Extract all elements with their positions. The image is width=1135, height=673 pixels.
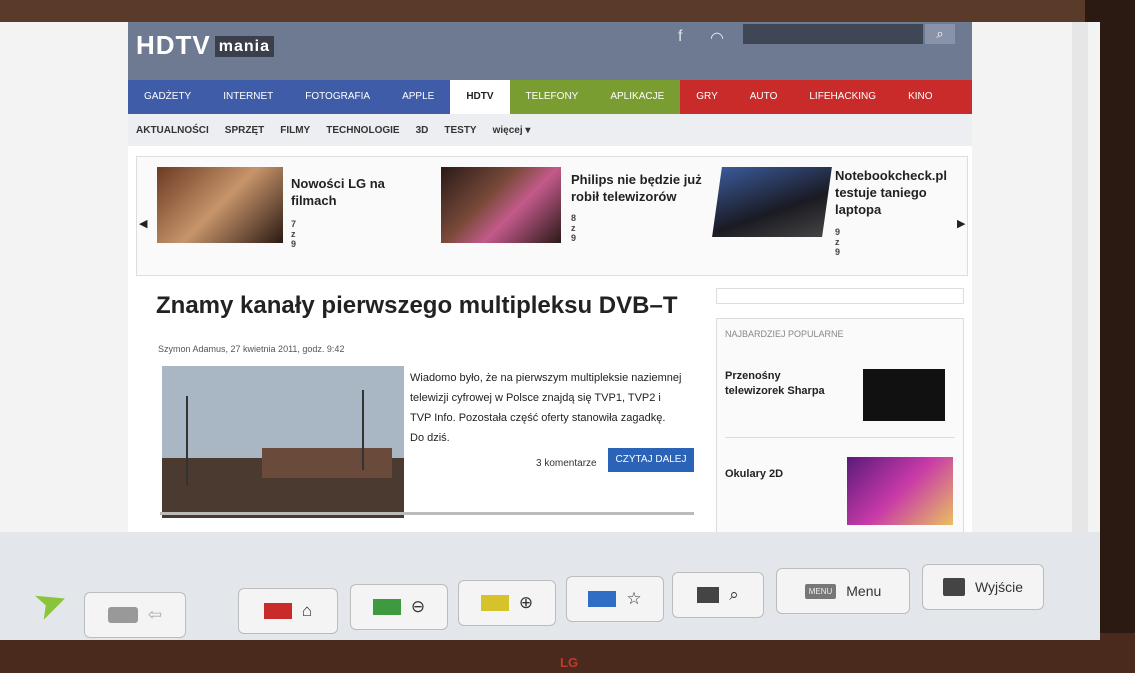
- slider-prev-icon[interactable]: ◀: [139, 217, 147, 230]
- article-image[interactable]: [162, 366, 404, 518]
- subnav-item-more[interactable]: więcej ▾: [485, 125, 539, 136]
- popular-thumbnail[interactable]: [847, 457, 953, 525]
- arrow-left-icon: ⇦: [147, 605, 163, 624]
- slider-next-icon[interactable]: ▶: [957, 217, 965, 230]
- site-logo[interactable]: HDTV mania: [136, 30, 275, 61]
- red-swatch: [263, 603, 292, 619]
- popular-heading: NAJBARDZIEJ POPULARNE: [725, 329, 844, 339]
- excerpt-line: telewizji cyfrowej w Polsce znajdą się T…: [410, 392, 661, 404]
- slide-title-line: robił telewizorów: [571, 189, 677, 204]
- blue-favorite-button[interactable]: ☆: [566, 576, 664, 622]
- excerpt-line: Wiadomo było, że na pierwszym multipleks…: [410, 372, 682, 384]
- sub-nav: AKTUALNOŚCI SPRZĘT FILMY TECHNOLOGIE 3D …: [128, 114, 972, 146]
- popular-box: NAJBARDZIEJ POPULARNE Przenośny telewizo…: [716, 318, 964, 540]
- logo-sub: mania: [214, 36, 275, 58]
- star-add-icon: ☆: [626, 589, 642, 608]
- slide-title-line: Notebookcheck.pl: [835, 168, 947, 183]
- exit-icon: [942, 578, 965, 596]
- green-swatch: [372, 599, 401, 615]
- red-home-button[interactable]: ⌂: [238, 588, 338, 634]
- slide-thumbnail: [712, 167, 832, 237]
- nav-item-gry[interactable]: GRY: [680, 80, 734, 114]
- popular-thumbnail[interactable]: [863, 369, 945, 421]
- nav-item-lifehacking[interactable]: LIFEHACKING: [793, 80, 893, 114]
- slide-title-line: Philips nie będzie już: [571, 172, 702, 187]
- nav-item-kino[interactable]: KINO: [892, 80, 972, 114]
- scrollbar[interactable]: [1072, 22, 1088, 532]
- slide-counter: 7 z 9: [291, 219, 297, 249]
- menu-chip-icon: MENU: [804, 583, 837, 599]
- article-excerpt: Wiadomo było, że na pierwszym multipleks…: [410, 368, 700, 448]
- logo-main: HDTV: [136, 30, 211, 60]
- nav-item-apple[interactable]: APPLE: [386, 80, 451, 114]
- comments-link[interactable]: 3 komentarze: [536, 458, 597, 469]
- popular-item[interactable]: Okulary 2D: [725, 467, 783, 482]
- slide-title-line: Nowości LG na: [291, 176, 385, 191]
- nav-item-fotografia[interactable]: FOTOGRAFIA: [289, 80, 387, 114]
- zoom-in-icon: ⊕: [518, 593, 534, 612]
- slide-thumbnail: [441, 167, 561, 243]
- subnav-item-sprzet[interactable]: SPRZĘT: [217, 125, 272, 136]
- blue-swatch: [588, 591, 617, 607]
- slide-thumbnail: [157, 167, 283, 243]
- search-button[interactable]: ⌕: [672, 572, 764, 618]
- green-zoom-out-button[interactable]: ⊖: [350, 584, 448, 630]
- stop-chip-icon: [697, 587, 720, 603]
- back-button[interactable]: ⇦: [84, 592, 186, 638]
- nav-item-aplikacje[interactable]: APLIKACJE: [594, 80, 681, 114]
- subnav-item-testy[interactable]: TESTY: [436, 125, 484, 136]
- slide-title-line: filmach: [291, 193, 337, 208]
- nav-item-auto[interactable]: AUTO: [733, 80, 794, 114]
- menu-label: Menu: [846, 583, 882, 599]
- search-icon: ⌕: [729, 585, 739, 604]
- tv-bezel-top: [0, 0, 1135, 22]
- yellow-zoom-in-button[interactable]: ⊕: [458, 580, 556, 626]
- subnav-item-3d[interactable]: 3D: [408, 125, 437, 136]
- zoom-out-icon: ⊖: [410, 597, 426, 616]
- nav-item-hdtv[interactable]: HDTV: [450, 80, 510, 114]
- site-header: HDTV mania f ◠ ⌕: [128, 22, 972, 80]
- nav-item-telefony[interactable]: TELEFONY: [509, 80, 595, 114]
- read-more-button[interactable]: CZYTAJ DALEJ: [608, 448, 694, 472]
- rss-icon[interactable]: ◠: [710, 28, 724, 48]
- slide-counter: 8 z 9: [571, 213, 577, 243]
- main-nav: GADŻETY INTERNET FOTOGRAFIA APPLE HDTV T…: [128, 80, 972, 114]
- excerpt-line: Do dziś.: [410, 432, 450, 444]
- yellow-swatch: [480, 595, 509, 611]
- slide-counter: 9 z 9: [835, 227, 841, 257]
- exit-label: Wyjście: [974, 579, 1024, 595]
- subnav-item-technologie[interactable]: TECHNOLOGIE: [318, 125, 407, 136]
- subnav-item-filmy[interactable]: FILMY: [272, 125, 318, 136]
- excerpt-line: TVP Info. Pozostała część oferty stanowi…: [410, 412, 666, 424]
- article-title[interactable]: Znamy kanały pierwszego multipleksu DVB–…: [156, 292, 677, 320]
- exit-button[interactable]: Wyjście: [922, 564, 1044, 610]
- search-icon[interactable]: ⌕: [925, 24, 955, 44]
- search-input[interactable]: [743, 24, 923, 44]
- popular-title-line: telewizorek Sharpa: [725, 385, 825, 397]
- facebook-icon[interactable]: f: [678, 28, 682, 46]
- nav-item-internet[interactable]: INTERNET: [207, 80, 290, 114]
- divider: [725, 437, 955, 438]
- sidebar-box: [716, 288, 964, 304]
- divider: [160, 512, 694, 515]
- back-chip-icon: [107, 607, 138, 623]
- tv-screen: HDTV mania f ◠ ⌕ GADŻETY INTERNET FOTOGRA…: [0, 22, 1100, 640]
- featured-slider: ◀ Nowości LG na filmach 7 z 9 Philips ni…: [136, 156, 968, 276]
- nav-item-gadzety[interactable]: GADŻETY: [128, 80, 208, 114]
- subnav-item-aktualnosci[interactable]: AKTUALNOŚCI: [128, 125, 217, 136]
- popular-item[interactable]: Przenośny telewizorek Sharpa: [725, 369, 825, 399]
- slide-title-line: laptopa: [835, 202, 882, 217]
- popular-title-line: Przenośny: [725, 370, 781, 382]
- article-byline: Szymon Adamus, 27 kwietnia 2011, godz. 9…: [158, 344, 345, 354]
- home-icon: ⌂: [301, 601, 313, 620]
- lg-logo: LG: [560, 655, 579, 670]
- web-page: HDTV mania f ◠ ⌕ GADŻETY INTERNET FOTOGRA…: [128, 22, 972, 552]
- menu-button[interactable]: MENU Menu: [776, 568, 910, 614]
- tv-browser-toolbar: ⇦ ⌂ ⊖ ⊕ ☆ ⌕ MENU Menu Wyjście: [0, 532, 1100, 640]
- slide-title-line: testuje taniego: [835, 185, 927, 200]
